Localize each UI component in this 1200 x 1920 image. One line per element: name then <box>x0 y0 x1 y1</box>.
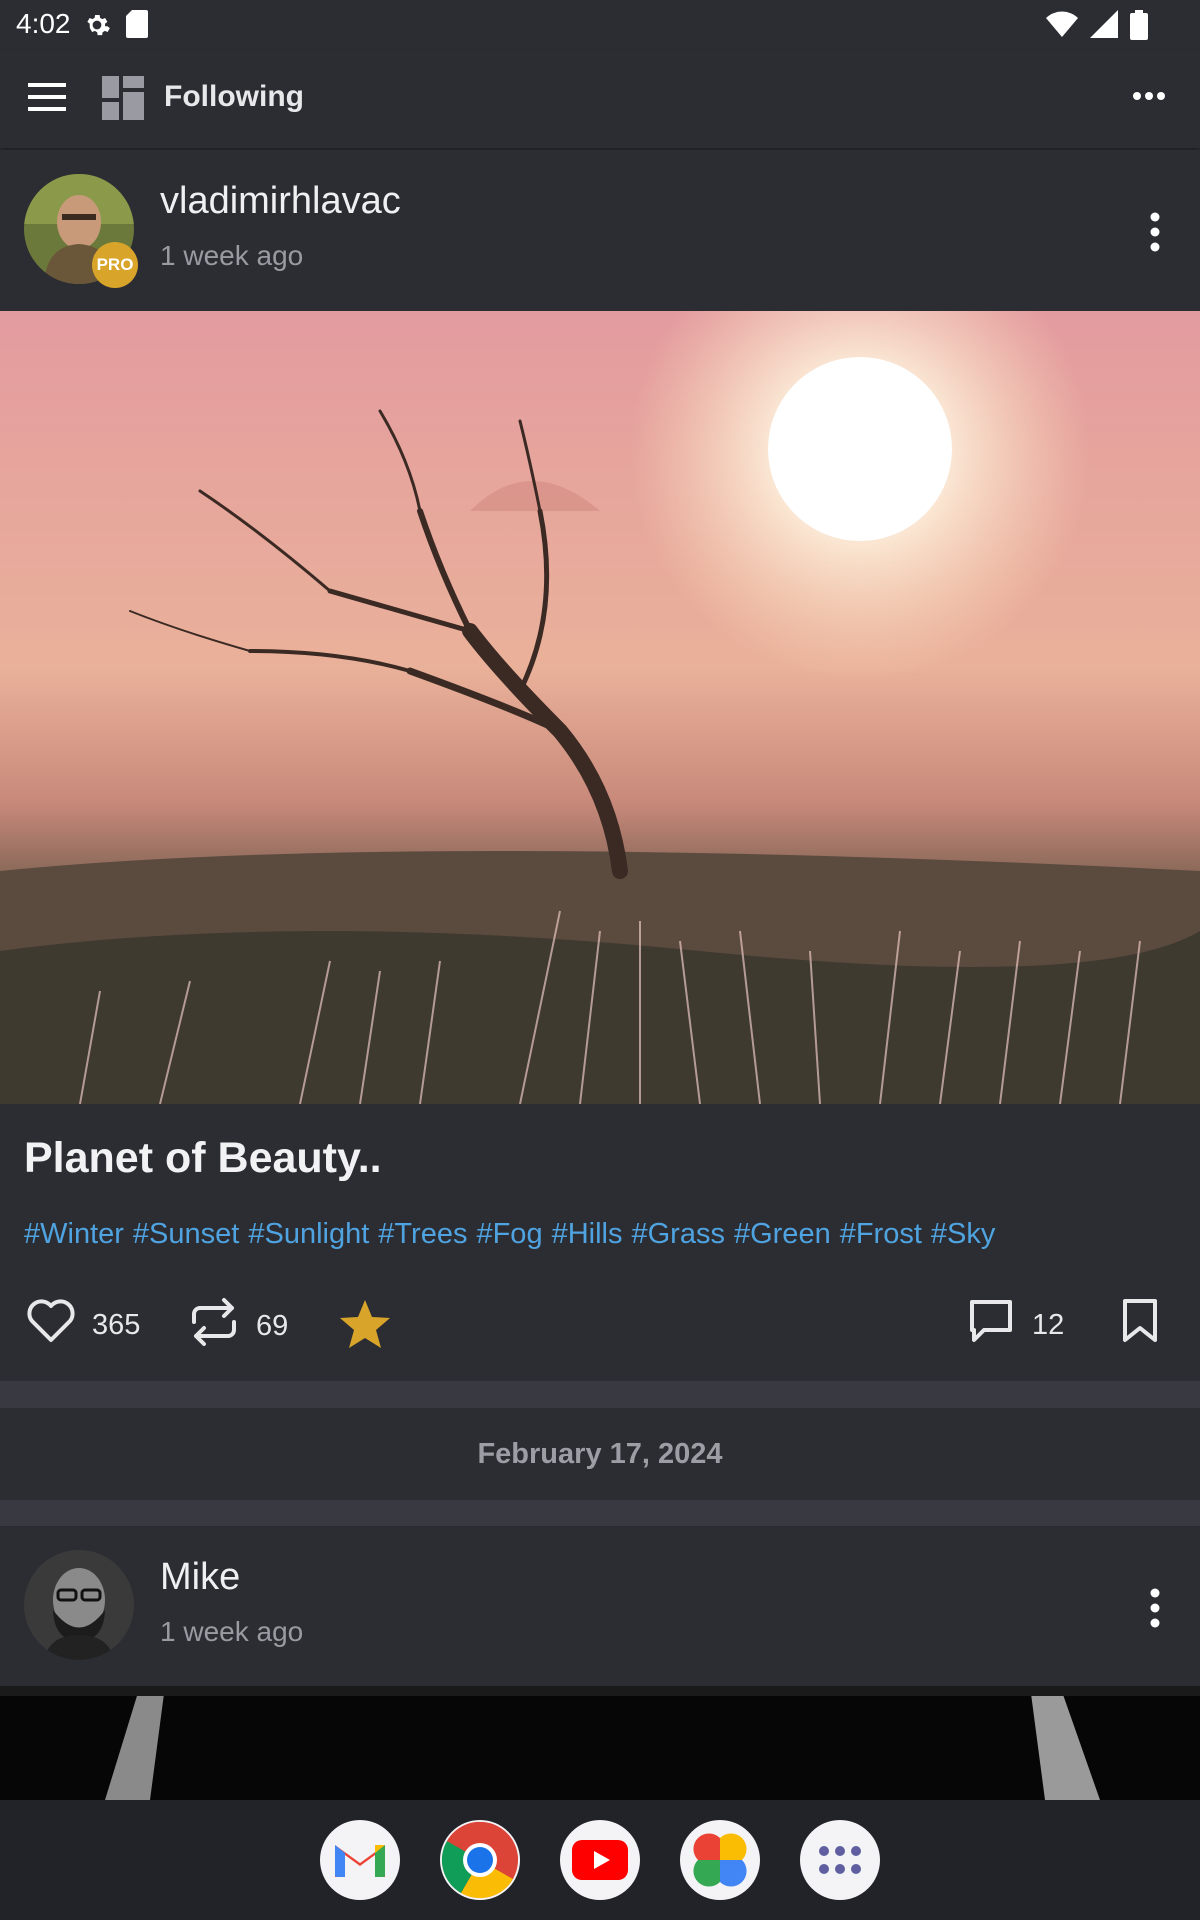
hashtag[interactable]: #Sky <box>931 1218 995 1250</box>
heart-icon <box>26 1298 76 1352</box>
page-title: Following <box>164 80 304 113</box>
feed-divider <box>0 1381 1200 1408</box>
hashtag[interactable]: #Sunlight <box>248 1218 369 1250</box>
post-actions: 365 69 12 <box>0 1292 1200 1352</box>
like-button[interactable]: 365 <box>26 1298 140 1352</box>
hashtag[interactable]: #Winter <box>24 1218 124 1250</box>
star-icon <box>338 1298 392 1358</box>
hashtag[interactable]: #Fog <box>476 1218 542 1250</box>
bookmark-button[interactable] <box>1122 1298 1158 1352</box>
post-timestamp: 1 week ago <box>160 240 304 271</box>
battery-icon <box>1130 10 1148 45</box>
post-image[interactable] <box>0 1686 1200 1800</box>
chrome-icon[interactable] <box>440 1820 520 1900</box>
wifi-icon <box>1046 10 1078 45</box>
post-timestamp: 1 week ago <box>160 1616 304 1647</box>
date-separator: February 17, 2024 <box>0 1408 1200 1500</box>
settings-status-icon <box>82 10 112 45</box>
comment-icon <box>968 1298 1014 1352</box>
bookmark-icon <box>1122 1298 1158 1352</box>
app-drawer-icon[interactable] <box>800 1820 880 1900</box>
post-options-icon[interactable] <box>1150 1588 1160 1633</box>
feed-layout-icon[interactable] <box>102 76 144 125</box>
app-dock <box>0 1800 1200 1920</box>
signal-icon <box>1090 10 1118 45</box>
youtube-icon[interactable] <box>560 1820 640 1900</box>
hashtag[interactable]: #Green <box>734 1218 831 1250</box>
post-options-icon[interactable] <box>1150 212 1160 257</box>
post-header: PRO vladimirhlavac 1 week ago <box>0 150 1200 310</box>
repost-button[interactable]: 69 <box>188 1296 288 1356</box>
favorite-button[interactable] <box>338 1298 392 1358</box>
hamburger-menu-icon[interactable] <box>28 82 66 112</box>
post-header: Mike 1 week ago <box>0 1526 1200 1686</box>
app-bar: Following <box>0 50 1200 148</box>
repost-count: 69 <box>256 1309 289 1342</box>
feed-divider <box>0 1500 1200 1526</box>
avatar[interactable] <box>24 1550 134 1660</box>
hashtag[interactable]: #Sunset <box>133 1218 239 1250</box>
more-options-icon[interactable] <box>1132 88 1166 106</box>
post-hashtags: #Winter #Sunset #Sunlight #Trees #Fog #Hills #… <box>24 1218 1004 1251</box>
status-bar: 4:02 <box>0 0 1200 50</box>
gmail-icon[interactable] <box>320 1820 400 1900</box>
post-username[interactable]: vladimirhlavac <box>160 180 401 223</box>
comment-count: 12 <box>1032 1308 1065 1341</box>
hashtag[interactable]: #Frost <box>840 1218 922 1250</box>
repost-icon <box>188 1296 240 1356</box>
hashtag[interactable]: #Trees <box>378 1218 467 1250</box>
hashtag[interactable]: #Grass <box>631 1218 724 1250</box>
hashtag[interactable]: #Hills <box>552 1218 623 1250</box>
photos-icon[interactable] <box>680 1820 760 1900</box>
post-title: Planet of Beauty.. <box>24 1134 382 1182</box>
post-image[interactable] <box>0 311 1200 1104</box>
sd-card-status-icon <box>126 10 148 45</box>
pro-badge: PRO <box>92 242 138 288</box>
status-time: 4:02 <box>16 8 71 39</box>
like-count: 365 <box>92 1308 141 1341</box>
post-username[interactable]: Mike <box>160 1556 240 1599</box>
comment-button[interactable]: 12 <box>968 1298 1064 1352</box>
